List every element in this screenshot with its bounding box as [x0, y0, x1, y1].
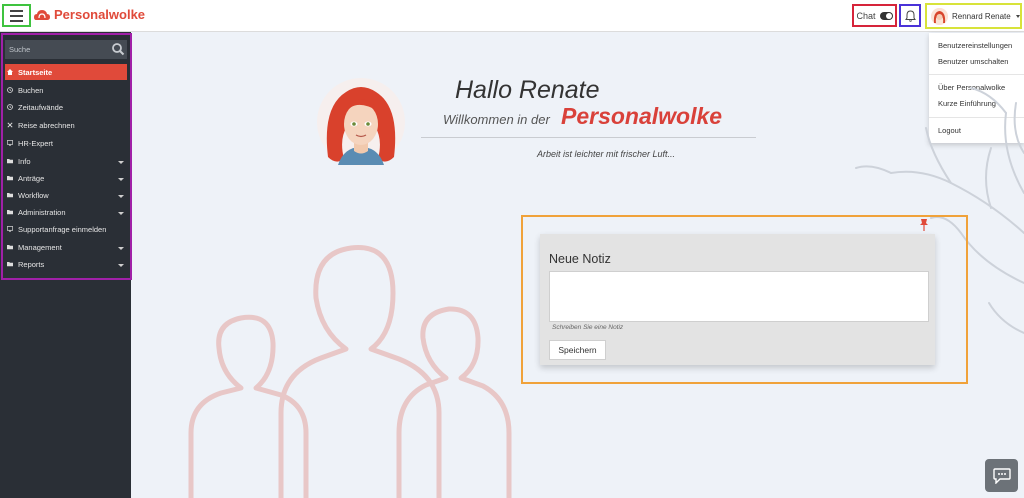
save-button[interactable]: Speichern	[549, 340, 606, 360]
bell-icon	[904, 9, 916, 22]
welcome-brand: Personalwolke	[561, 103, 723, 129]
pin-icon[interactable]	[919, 219, 929, 231]
chat-switch[interactable]	[879, 11, 893, 20]
avatar	[931, 7, 948, 25]
menu-toggle-button[interactable]	[2, 4, 31, 27]
chat-label: Chat	[856, 10, 876, 21]
tagline: Arbeit ist leichter mit frischer Luft...	[537, 149, 676, 159]
welcome-subtitle: Willkommen in der	[443, 112, 550, 127]
greeting-title: Hallo Renate	[455, 76, 600, 104]
note-textarea[interactable]	[549, 271, 929, 322]
user-name: Rennard Renate	[952, 11, 1011, 21]
renate-avatar-illustration	[317, 78, 405, 166]
brand-name: Personalwolke	[54, 7, 146, 22]
top-bar: Personalwolke Chat Rennard Renate	[0, 0, 1024, 32]
note-title: Neue Notiz	[549, 252, 611, 266]
cloud-logo-icon	[34, 9, 50, 20]
brand[interactable]: Personalwolke	[34, 7, 145, 22]
sidebar-highlight-frame	[1, 33, 132, 280]
notifications-button[interactable]	[899, 4, 921, 27]
user-menu-button[interactable]: Rennard Renate	[925, 3, 1022, 29]
note-hint: Schreiben Sie eine Notiz	[552, 324, 624, 331]
chat-fab-button[interactable]	[985, 459, 1018, 492]
chat-bubble-icon	[992, 467, 1011, 484]
chevron-down-icon	[1015, 14, 1020, 18]
divider	[421, 137, 756, 138]
chat-toggle[interactable]: Chat	[852, 4, 897, 27]
